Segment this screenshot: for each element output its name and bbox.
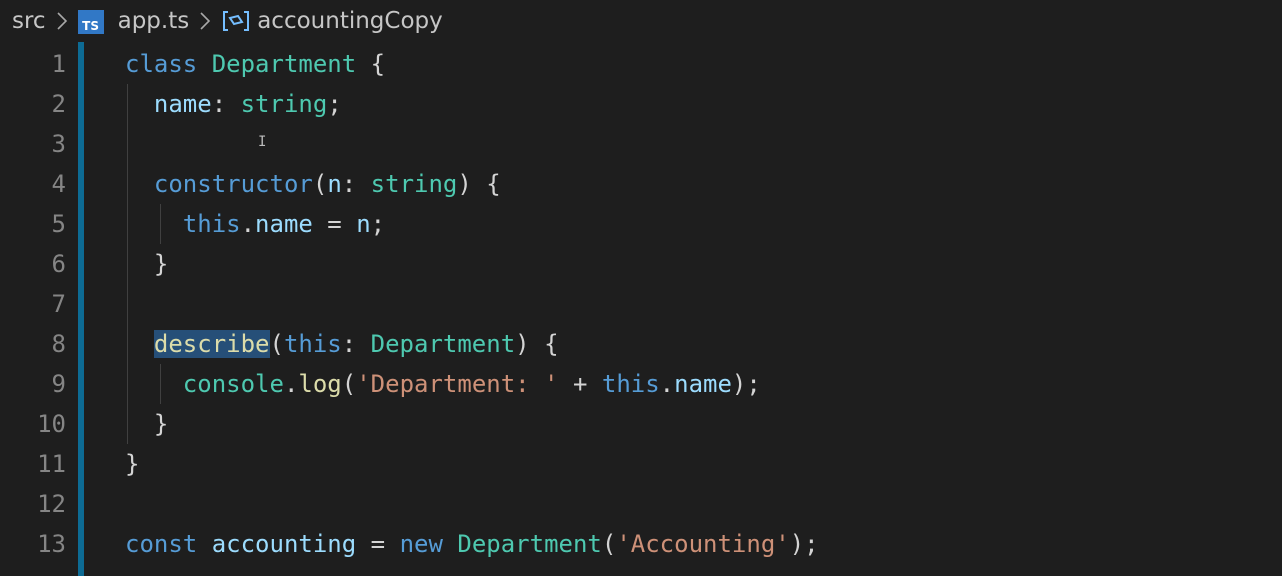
- line-number: 3: [51, 130, 66, 158]
- line-number: 11: [37, 450, 66, 478]
- code-text[interactable]: }: [125, 244, 168, 284]
- chevron-right-icon: [199, 11, 211, 31]
- code-line[interactable]: 7: [0, 284, 1282, 324]
- code-text[interactable]: describe(this: Department) {: [125, 324, 559, 364]
- chevron-right-icon: [56, 11, 68, 31]
- code-line[interactable]: 3: [0, 124, 1282, 164]
- code-text[interactable]: }: [125, 404, 168, 444]
- code-line[interactable]: 8 describe(this: Department) {: [0, 324, 1282, 364]
- breadcrumb-folder-label: src: [12, 8, 46, 34]
- selected-word-highlight: describe: [153, 330, 270, 358]
- line-number: 5: [51, 210, 66, 238]
- code-text[interactable]: name: string;: [125, 84, 342, 124]
- code-line[interactable]: 13 const accounting = new Department('Ac…: [0, 524, 1282, 564]
- code-text[interactable]: class Department {: [125, 44, 385, 84]
- code-text[interactable]: console.log('Department: ' + this.name);: [125, 364, 761, 404]
- code-text[interactable]: }: [125, 444, 139, 484]
- code-line[interactable]: 9 console.log('Department: ' + this.name…: [0, 364, 1282, 404]
- breadcrumb-folder[interactable]: src: [12, 8, 46, 34]
- code-line[interactable]: 1 class Department {: [0, 44, 1282, 84]
- breadcrumb-symbol-label: accountingCopy: [257, 8, 443, 34]
- line-number: 9: [51, 370, 66, 398]
- breadcrumb-symbol[interactable]: accountingCopy: [221, 8, 443, 34]
- code-line[interactable]: 5 this.name = n;: [0, 204, 1282, 244]
- line-number: 13: [37, 530, 66, 558]
- line-number: 6: [51, 250, 66, 278]
- line-number: 1: [51, 50, 66, 78]
- typescript-file-icon: TS: [77, 10, 104, 34]
- line-number: 8: [51, 330, 66, 358]
- code-text[interactable]: this.name = n;: [125, 204, 385, 244]
- line-number: 12: [37, 490, 66, 518]
- line-number: 7: [51, 290, 66, 318]
- breadcrumb-file[interactable]: TS app.ts: [77, 8, 190, 34]
- code-line[interactable]: 6 }: [0, 244, 1282, 284]
- breadcrumb: src TS app.ts accountingCopy: [0, 0, 1282, 42]
- line-number: 10: [37, 410, 66, 438]
- code-line[interactable]: 4 constructor(n: string) {: [0, 164, 1282, 204]
- code-line[interactable]: 12: [0, 484, 1282, 524]
- variable-icon: [221, 10, 251, 32]
- code-text[interactable]: const accounting = new Department('Accou…: [125, 524, 819, 564]
- breadcrumb-file-label: app.ts: [117, 8, 190, 34]
- code-editor[interactable]: 1 class Department { 2 name: string; 3 4…: [0, 42, 1282, 576]
- code-text[interactable]: constructor(n: string) {: [125, 164, 501, 204]
- line-number: 4: [51, 170, 66, 198]
- line-number: 2: [51, 90, 66, 118]
- text-cursor-icon: I: [258, 134, 267, 150]
- code-line[interactable]: 2 name: string;: [0, 84, 1282, 124]
- code-line[interactable]: 11 }: [0, 444, 1282, 484]
- code-line[interactable]: 10 }: [0, 404, 1282, 444]
